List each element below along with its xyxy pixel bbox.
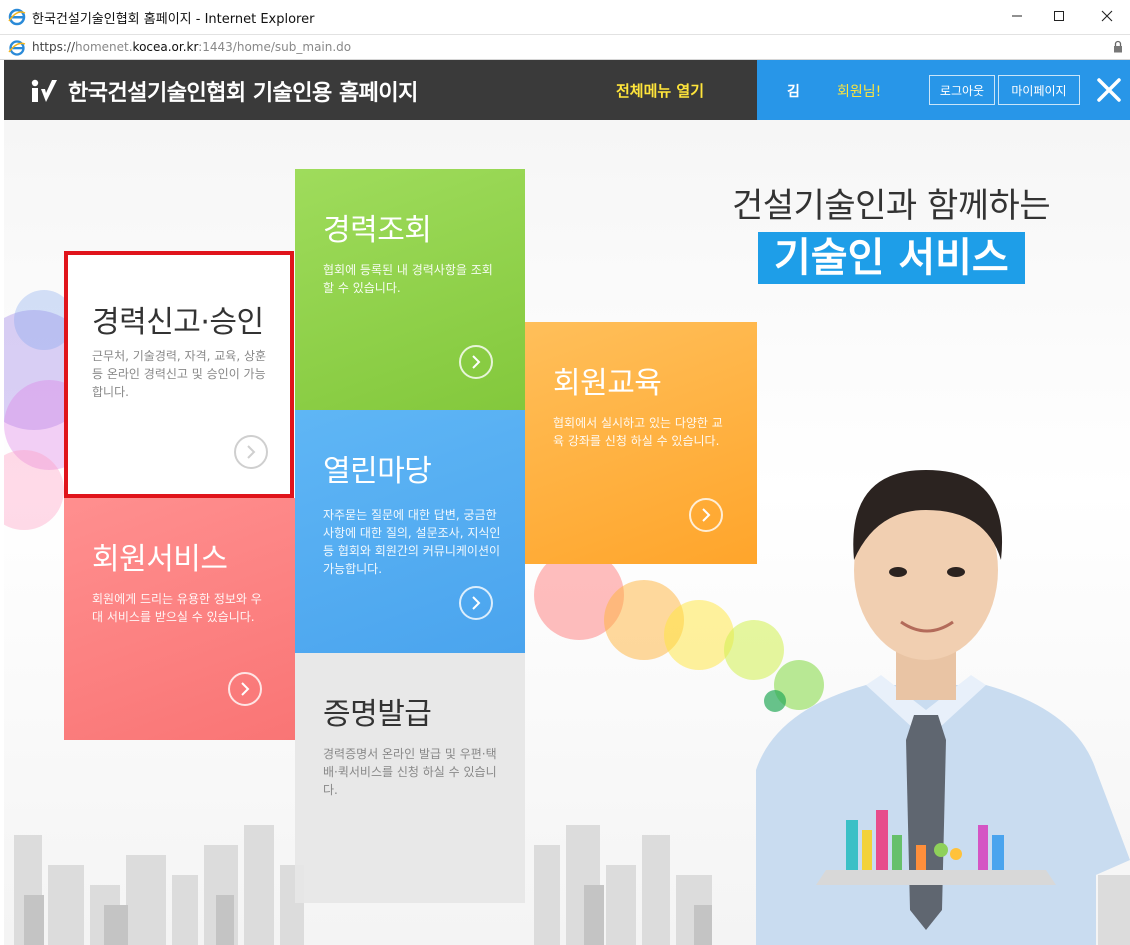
user-greeting: 회원님! [837, 84, 882, 100]
window-titlebar: 한국건설기술인협회 홈페이지 - Internet Explorer [0, 0, 1130, 34]
chevron-right-icon [241, 682, 250, 696]
tile-description: 협회에서 실시하고 있는 다양한 교육 강좌를 신청 하실 수 있습니다. [553, 416, 723, 448]
lock-icon[interactable] [1113, 40, 1123, 53]
tile-career-report-approval[interactable]: 경력신고·승인 근무처, 기술경력, 자격, 교육, 상훈 등 온라인 경력신고… [64, 251, 294, 498]
arrow-right-circle-icon[interactable] [234, 435, 268, 469]
tile-title: 회원교육 [553, 366, 662, 401]
tile-description: 회원에게 드리는 유용한 정보와 우대 서비스를 받으실 수 있습니다. [92, 592, 262, 624]
ie-page-icon [8, 40, 26, 56]
user-area: 김 회원님! 로그아웃 마이페이지 [757, 60, 1130, 120]
maximize-button[interactable] [1044, 4, 1074, 28]
tile-description: 자주묻는 질문에 대한 답변, 궁금한 사항에 대한 질의, 설문조사, 지식인… [323, 508, 501, 576]
businessman-illustration [756, 470, 1130, 945]
minimize-button[interactable] [1002, 4, 1032, 28]
address-url[interactable]: https://homenet.kocea.or.kr:1443/home/su… [32, 40, 351, 54]
tile-description: 경력증명서 온라인 발급 및 우편·택배·퀵서비스를 신청 하실 수 있습니다. [323, 747, 497, 797]
tile-description: 근무처, 기술경력, 자격, 교육, 상훈 등 온라인 경력신고 및 승인이 가… [92, 349, 267, 399]
site-header: 한국건설기술인협회 기술인용 홈페이지 전체메뉴 열기 김 회원님! 로그아웃 … [4, 60, 1130, 120]
chevron-right-icon [247, 445, 256, 459]
tile-title: 경력신고·승인 [92, 305, 264, 340]
hero-subheadline: 기술인 서비스 [758, 232, 1025, 284]
user-name: 김 [787, 84, 800, 100]
chevron-right-icon [472, 355, 481, 369]
tile-member-service[interactable]: 회원서비스 회원에게 드리는 유용한 정보와 우대 서비스를 받으실 수 있습니… [64, 498, 295, 740]
address-bar[interactable]: https://homenet.kocea.or.kr:1443/home/su… [0, 34, 1130, 60]
site-title[interactable]: 한국건설기술인협회 기술인용 홈페이지 [68, 75, 418, 107]
kocea-logo-icon[interactable] [30, 78, 58, 104]
tile-title: 열린마당 [323, 454, 432, 489]
tile-open-forum[interactable]: 열린마당 자주묻는 질문에 대한 답변, 궁금한 사항에 대한 질의, 설문조사… [295, 410, 525, 653]
close-icon [1101, 10, 1113, 22]
url-subdomain: homenet. [75, 40, 133, 54]
maximize-icon [1054, 11, 1064, 21]
tile-description: 협회에 등록된 내 경력사항을 조회 할 수 있습니다. [323, 263, 493, 295]
window-close-button[interactable] [1092, 4, 1122, 28]
tile-certificate-issue[interactable]: 증명발급 경력증명서 온라인 발급 및 우편·택배·퀵서비스를 신청 하실 수 … [295, 653, 525, 903]
logout-button[interactable]: 로그아웃 [929, 75, 995, 105]
arrow-right-circle-icon[interactable] [459, 586, 493, 620]
chevron-right-icon [472, 596, 481, 610]
window-title: 한국건설기술인협회 홈페이지 - Internet Explorer [32, 12, 315, 27]
url-domain: kocea.or.kr [132, 40, 199, 54]
tile-career-view[interactable]: 경력조회 협회에 등록된 내 경력사항을 조회 할 수 있습니다. [295, 169, 525, 410]
ie-icon [8, 8, 26, 26]
minimize-icon [1012, 15, 1022, 17]
chevron-right-icon [702, 508, 711, 522]
tile-title: 회원서비스 [92, 542, 228, 577]
hero-headline: 건설기술인과 함께하는 [732, 186, 1051, 226]
url-protocol: https:// [32, 40, 76, 54]
open-menu-link[interactable]: 전체메뉴 열기 [616, 80, 704, 101]
tile-title: 증명발급 [323, 697, 432, 732]
arrow-right-circle-icon[interactable] [459, 345, 493, 379]
url-path: :1443/home/sub_main.do [198, 40, 352, 54]
arrow-right-circle-icon[interactable] [228, 672, 262, 706]
main-content: 건설기술인과 함께하는 기술인 서비스 경력조회 협회에 등록된 내 경력사항을… [4, 120, 1130, 945]
mypage-button[interactable]: 마이페이지 [998, 75, 1080, 105]
close-icon[interactable] [1095, 76, 1123, 104]
tile-title: 경력조회 [323, 213, 432, 248]
